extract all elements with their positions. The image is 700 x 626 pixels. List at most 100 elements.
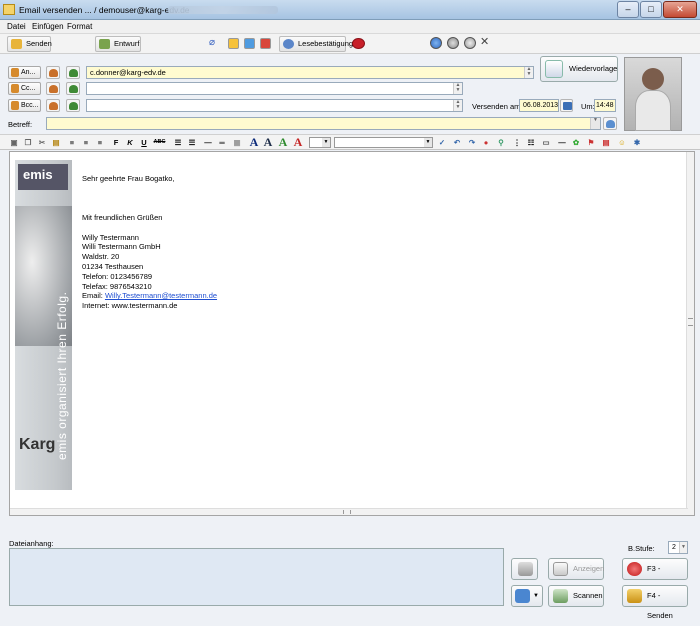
cc-scroll[interactable]: ▲ ▼ [453,83,462,94]
color-palette-icon[interactable]: ● [480,137,492,148]
karg-logo: Karg [19,436,56,453]
spellcheck-abc-icon[interactable]: ✓ [436,137,448,148]
level-dropdown-arrow[interactable]: ▼ [679,542,687,553]
add-dropdown-arrow: ▼ [533,593,539,599]
to-field[interactable]: c.donner@karg-edv.de ▲ ▼ [86,66,534,79]
double-line-icon[interactable]: ═ [216,137,228,148]
copy-icon[interactable]: ❐ [22,137,34,148]
font-red-icon[interactable]: A [292,136,304,148]
contact-group-icon[interactable] [46,66,60,79]
priority-normal-icon[interactable] [244,38,255,49]
insert-image-icon[interactable]: ✿ [570,137,582,148]
send-on-label: Versenden am: [472,102,523,111]
priority-high-icon[interactable] [260,38,271,49]
hr-icon[interactable]: — [556,137,568,148]
align-center-icon[interactable]: ≡ [80,137,92,148]
spellcheck-icon[interactable] [603,117,617,130]
box-icon[interactable]: ▭ [540,137,552,148]
font-size-select[interactable]: ▼ [309,137,331,148]
delete-attachment-button[interactable] [511,558,538,580]
numbered-list-icon[interactable]: ⋮ [511,137,523,148]
gray-circle-icon[interactable] [447,37,459,49]
undo-icon[interactable]: ↶ [451,137,463,148]
line-icon[interactable]: — [202,137,214,148]
subject-field[interactable]: ▼ [46,117,601,130]
underline-button[interactable]: U [138,137,150,148]
lips-icon[interactable] [352,38,365,49]
cc-field[interactable]: ▲ ▼ [86,82,463,95]
font-blue-icon[interactable]: A [248,136,260,148]
font-dark-icon[interactable]: A [262,136,274,148]
attachment-list[interactable] [9,548,504,606]
send-button[interactable]: Senden [7,36,52,52]
reminder-label: Wiedervorlage [569,64,618,73]
align-right-icon[interactable]: ≡ [94,137,106,148]
sig-email-link[interactable]: Willy.Testermann@testermann.de [105,291,217,300]
menu-format[interactable]: Format [67,22,92,31]
find-icon[interactable]: ⚲ [495,137,507,148]
trash-icon [518,562,533,576]
send-footer-button[interactable]: F4 - Senden [622,585,688,620]
menu-datei[interactable]: Datei [7,22,26,31]
calendar-icon[interactable] [560,99,573,112]
to-button[interactable]: An... [8,66,41,79]
flag-icon[interactable]: ⚑ [585,137,597,148]
english-flag-icon[interactable]: ▤ [600,137,612,148]
print-icon[interactable]: ▣ [8,137,20,148]
sig-phone: Telefon: 0123456789 [82,271,153,281]
font-green-icon[interactable]: A [277,136,289,148]
read-receipt-button[interactable]: Lesebestätigung [279,36,353,52]
contact-add-icon[interactable] [66,82,80,95]
paste-icon[interactable]: ▤ [50,137,62,148]
bcc-button[interactable]: Bcc... [8,99,41,112]
minimize-button[interactable]: – [617,1,639,18]
send-time-field[interactable]: 14:48 [594,99,616,112]
cancel-button[interactable]: F3 - Abbruch [622,558,688,593]
reminder-button[interactable]: Wiedervorlage [540,56,618,82]
priority-low-icon[interactable] [228,38,239,49]
mail-body-editor[interactable]: emis emis organisiert Ihren Erfolg. Karg… [9,151,695,516]
list-indent-icon[interactable]: ☰ [172,137,184,148]
close-button[interactable]: ✕ [663,1,697,18]
contact-group-icon[interactable] [46,99,60,112]
cc-button[interactable]: Cc... [8,82,41,95]
font-family-select[interactable]: ▼ [334,137,433,148]
list-outdent-icon[interactable]: ☰ [186,137,198,148]
cancel-x-icon[interactable]: ✕ [480,37,491,48]
hscroll-thumb[interactable] [343,510,351,514]
table-icon[interactable]: ▦ [231,137,243,148]
to-scroll[interactable]: ▲ ▼ [524,67,533,78]
horizontal-scrollbar[interactable] [10,508,688,515]
contact-add-icon[interactable] [66,66,80,79]
align-left-icon[interactable]: ≡ [66,137,78,148]
add-attachment-button[interactable]: ▼ [511,585,543,607]
contact-group-icon[interactable] [46,82,60,95]
subject-dropdown-arrow[interactable]: ▼ [590,118,600,129]
gray-circle-2-icon[interactable] [464,37,476,49]
menu-einfuegen[interactable]: Einfügen [32,22,64,31]
redo-icon[interactable]: ↷ [466,137,478,148]
maximize-button[interactable]: □ [640,1,662,18]
level-select[interactable]: 2 ▼ [668,541,688,554]
send-footer-label: F4 - Senden [647,591,673,620]
send-date-field[interactable]: 06.08.2013 [519,99,559,112]
show-attachment-button[interactable]: Anzeigen [548,558,604,580]
blue-circle-icon[interactable] [430,37,442,49]
scan-button[interactable]: Scannen [548,585,604,607]
italic-button[interactable]: K [124,137,136,148]
bold-button[interactable]: F [110,137,122,148]
contact-add-icon[interactable] [66,99,80,112]
vscroll-thumb[interactable] [688,318,693,326]
cut-icon[interactable]: ✂ [36,137,48,148]
strike-button[interactable]: ABC [152,137,167,148]
bullet-list-icon[interactable]: ☷ [525,137,537,148]
bcc-field[interactable]: ▲ ▼ [86,99,463,112]
bcc-scroll[interactable]: ▲ ▼ [453,100,462,111]
mail-content[interactable]: Sehr geehrte Frau Bogatko, Mit freundlic… [82,174,217,311]
draft-button[interactable]: Entwurf [95,36,141,52]
smiley-icon[interactable]: ☺ [616,137,628,148]
help-icon[interactable]: ✱ [631,137,643,148]
sig-city: 01234 Testhausen [82,261,144,271]
paperclip-icon[interactable]: ⌀ [209,38,220,49]
vertical-scrollbar[interactable] [686,152,694,515]
